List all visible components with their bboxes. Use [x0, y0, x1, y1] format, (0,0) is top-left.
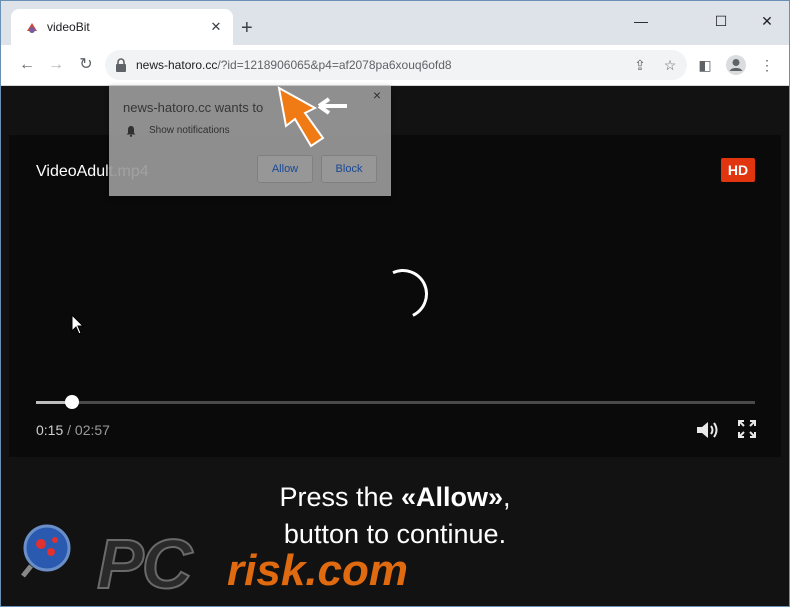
browser-window: videoBit ✕ + — ☐ ✕ ← → ↻ news-hatoro.cc/… — [0, 0, 790, 607]
block-button[interactable]: Block — [321, 155, 377, 183]
maximize-button[interactable]: ☐ — [707, 11, 735, 31]
url-path: /?id=1218906065&p4=af2078pa6xouq6ofd8 — [217, 58, 452, 72]
pcrisk-watermark: PC risk.com — [17, 516, 457, 606]
instruction-line1: Press the «Allow», — [1, 479, 789, 516]
fullscreen-icon[interactable] — [737, 419, 757, 439]
permission-text: Show notifications — [149, 125, 230, 136]
new-tab-button[interactable]: + — [241, 18, 253, 38]
bell-icon — [126, 126, 136, 137]
address-bar[interactable]: news-hatoro.cc/?id=1218906065&p4=af2078p… — [105, 50, 687, 80]
bookmark-star-icon[interactable]: ☆ — [661, 56, 679, 74]
progress-bar[interactable] — [36, 395, 755, 409]
hd-badge: HD — [721, 158, 755, 182]
share-icon[interactable]: ⇪ — [631, 56, 649, 74]
reload-icon[interactable]: ↻ — [75, 54, 97, 76]
page-content: VideoAdult.mp4 HD 0:15 / 02:57 news-hato… — [1, 86, 789, 606]
instruction-pre: Press the — [279, 482, 401, 512]
progress-knob[interactable] — [64, 395, 79, 409]
back-arrow-icon[interactable]: ← — [16, 54, 38, 76]
lock-icon[interactable] — [115, 58, 127, 72]
url-text[interactable]: news-hatoro.cc/?id=1218906065&p4=af2078p… — [136, 58, 452, 72]
side-panel-icon[interactable]: ◧ — [695, 55, 715, 75]
dialog-title: news-hatoro.cc wants to — [123, 100, 264, 115]
forward-arrow-icon[interactable]: → — [45, 54, 67, 76]
tab-title: videoBit — [47, 20, 90, 34]
dialog-close-icon[interactable]: × — [369, 87, 385, 103]
close-window-button[interactable]: ✕ — [753, 11, 781, 31]
mouse-cursor-icon — [71, 314, 85, 335]
allow-button[interactable]: Allow — [257, 155, 313, 183]
menu-kebab-icon[interactable]: ⋮ — [757, 55, 777, 75]
watermark-risk: risk.com — [227, 546, 408, 595]
pointing-arrow-icon — [277, 86, 347, 148]
volume-icon[interactable] — [695, 419, 721, 441]
tab-strip: videoBit ✕ + — ☐ ✕ — [1, 1, 789, 45]
time-separator: / — [63, 422, 75, 438]
current-time: 0:15 — [36, 422, 64, 438]
tab-videobit[interactable]: videoBit ✕ — [11, 9, 233, 45]
watermark-pc: PC — [96, 524, 193, 604]
magnifier-logo-icon — [21, 524, 71, 578]
favicon-icon — [27, 23, 37, 33]
duration: 02:57 — [74, 422, 110, 438]
instruction-allow: «Allow» — [401, 482, 504, 512]
instruction-comma: , — [503, 482, 511, 512]
browser-toolbar: ← → ↻ news-hatoro.cc/?id=1218906065&p4=a… — [1, 45, 789, 86]
tab-close-icon[interactable]: ✕ — [207, 18, 225, 36]
minimize-button[interactable]: — — [627, 11, 655, 31]
url-host: news-hatoro.cc — [136, 58, 218, 72]
time-display: 0:15 / 02:57 — [36, 422, 110, 438]
profile-avatar-icon[interactable] — [725, 54, 747, 76]
loading-spinner-icon — [370, 261, 436, 327]
